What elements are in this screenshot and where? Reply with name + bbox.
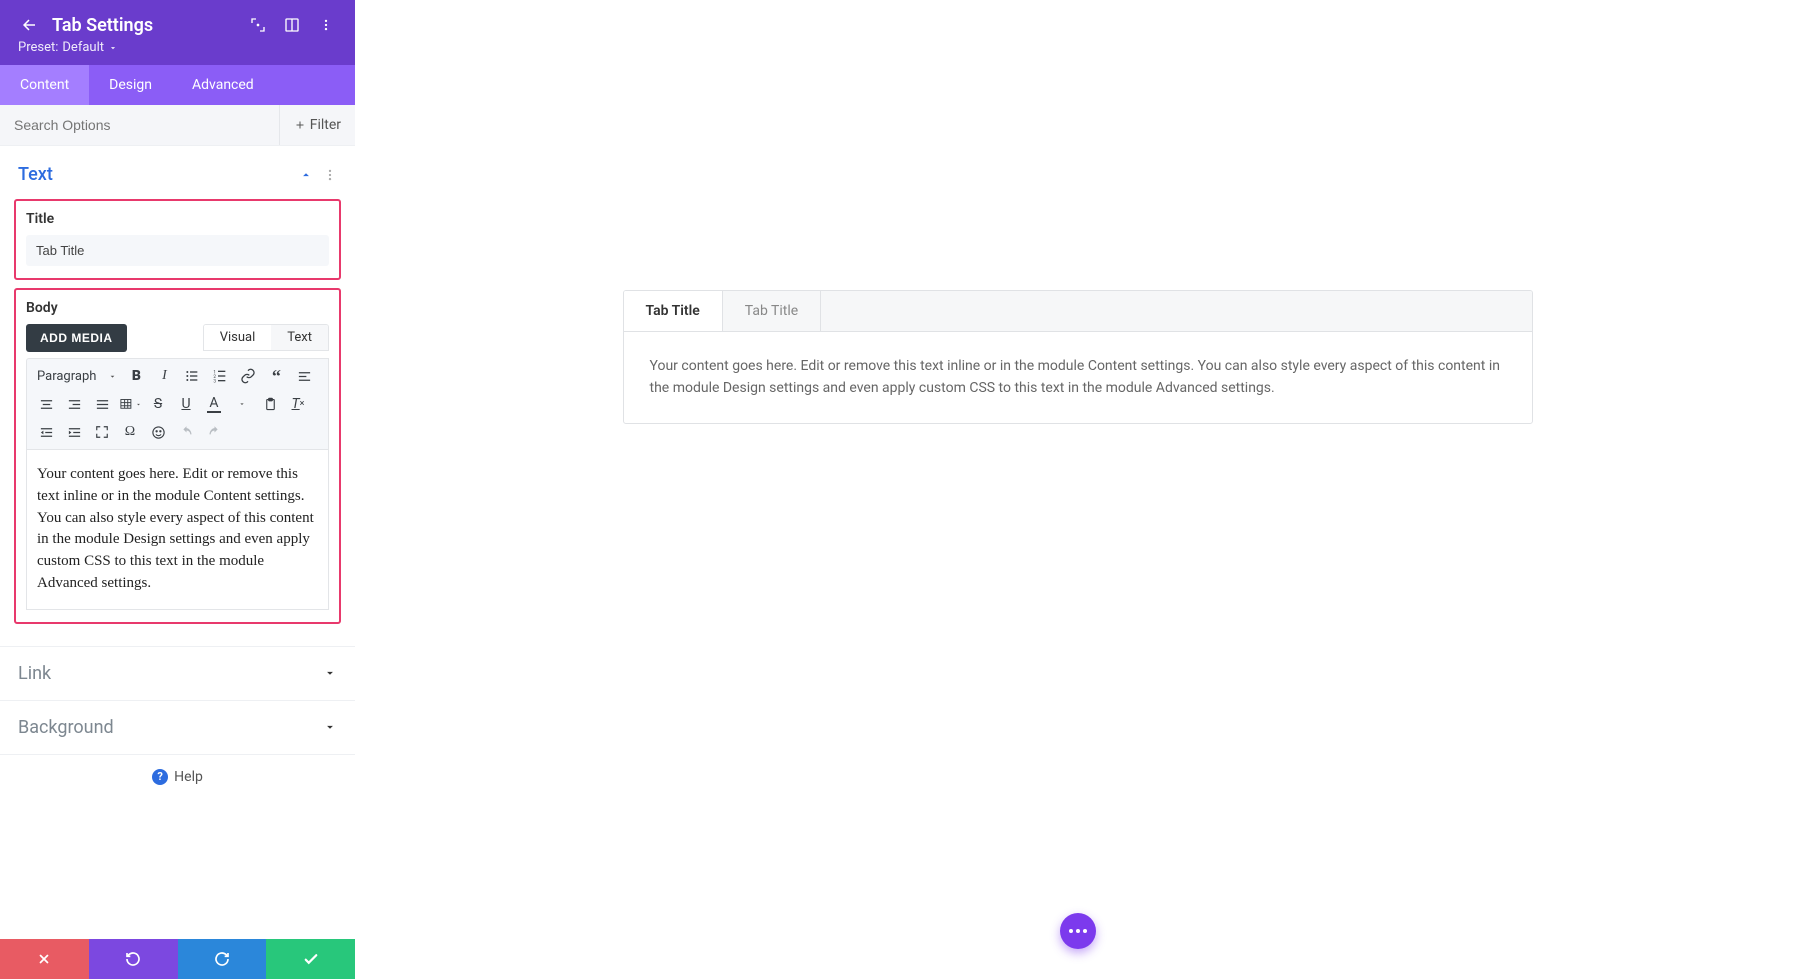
- filter-button[interactable]: Filter: [279, 105, 355, 145]
- bold-icon[interactable]: B: [123, 363, 149, 389]
- section-link-label: Link: [18, 663, 323, 684]
- filter-label: Filter: [310, 117, 341, 133]
- tabs-module-head: Tab Title Tab Title: [624, 291, 1532, 332]
- clear-format-icon[interactable]: T×: [285, 391, 311, 417]
- body-field-box: Body ADD MEDIA Visual Text Paragraph B I: [14, 288, 341, 624]
- panel-title: Tab Settings: [52, 15, 235, 36]
- undo-icon[interactable]: [173, 419, 199, 445]
- svg-text:3: 3: [214, 379, 217, 384]
- text-color-dropdown-icon[interactable]: [229, 391, 255, 417]
- tabs-module: Tab Title Tab Title Your content goes he…: [623, 290, 1533, 424]
- italic-icon[interactable]: I: [151, 363, 177, 389]
- chevron-down-icon: [323, 666, 337, 680]
- chevron-up-icon: [299, 168, 313, 182]
- search-row: Filter: [0, 105, 355, 146]
- align-justify-icon[interactable]: [89, 391, 115, 417]
- help-label: Help: [174, 769, 203, 785]
- more-icon[interactable]: [323, 168, 337, 182]
- settings-tabs: Content Design Advanced: [0, 65, 355, 105]
- tab-item-2[interactable]: Tab Title: [723, 291, 821, 331]
- editor-tab-text[interactable]: Text: [271, 325, 328, 350]
- align-left-icon[interactable]: [291, 363, 317, 389]
- caret-down-icon: [108, 372, 117, 381]
- plus-icon: [294, 119, 306, 131]
- back-icon[interactable]: [18, 14, 40, 36]
- text-color-icon[interactable]: A: [201, 391, 227, 417]
- tab-content[interactable]: Content: [0, 65, 89, 105]
- tab-design[interactable]: Design: [89, 65, 172, 105]
- settings-sidebar: Tab Settings Preset: Default Content Des…: [0, 0, 355, 979]
- section-background-label: Background: [18, 717, 323, 738]
- strikethrough-icon[interactable]: S: [145, 391, 171, 417]
- tab-item-1[interactable]: Tab Title: [624, 291, 723, 331]
- paste-icon[interactable]: [257, 391, 283, 417]
- special-char-icon[interactable]: Ω: [117, 419, 143, 445]
- title-label: Title: [26, 211, 329, 227]
- underline-icon[interactable]: U: [173, 391, 199, 417]
- indent-icon[interactable]: [61, 419, 87, 445]
- section-text-body: Title Body ADD MEDIA Visual Text Paragra…: [0, 195, 355, 646]
- undo-button[interactable]: [89, 939, 178, 979]
- body-editor[interactable]: Your content goes here. Edit or remove t…: [26, 450, 329, 610]
- editor-tab-visual[interactable]: Visual: [204, 325, 272, 350]
- chevron-down-icon: [108, 43, 118, 53]
- align-center-icon[interactable]: [33, 391, 59, 417]
- link-icon[interactable]: [235, 363, 261, 389]
- help-link[interactable]: ? Help: [0, 754, 355, 799]
- title-field-box: Title: [14, 199, 341, 280]
- redo-icon[interactable]: [201, 419, 227, 445]
- fullscreen-icon[interactable]: [89, 419, 115, 445]
- help-icon: ?: [152, 769, 168, 785]
- editor-mode-tabs: Visual Text: [203, 324, 329, 351]
- more-icon[interactable]: [315, 14, 337, 36]
- numbered-list-icon[interactable]: 123: [207, 363, 233, 389]
- layout-icon[interactable]: [281, 14, 303, 36]
- section-background[interactable]: Background: [0, 700, 355, 754]
- chevron-down-icon: [323, 720, 337, 734]
- editor-toolbar: Paragraph B I 123 “ S U A: [26, 358, 329, 450]
- section-link[interactable]: Link: [0, 646, 355, 700]
- title-input[interactable]: [26, 235, 329, 266]
- add-media-button[interactable]: ADD MEDIA: [26, 324, 127, 352]
- paragraph-select[interactable]: Paragraph: [33, 367, 121, 386]
- section-text-label: Text: [18, 164, 299, 185]
- preset-prefix: Preset:: [18, 40, 58, 55]
- preset-value: Default: [62, 40, 104, 55]
- bullet-list-icon[interactable]: [179, 363, 205, 389]
- search-input[interactable]: [0, 105, 279, 145]
- table-icon[interactable]: [117, 391, 143, 417]
- section-text-header[interactable]: Text: [0, 146, 355, 195]
- tabs-module-body: Your content goes here. Edit or remove t…: [624, 332, 1532, 423]
- preview-pane: Tab Title Tab Title Your content goes he…: [355, 0, 1800, 979]
- sidebar-footer: [0, 939, 355, 979]
- body-label: Body: [26, 300, 329, 316]
- expand-icon[interactable]: [247, 14, 269, 36]
- paragraph-select-label: Paragraph: [37, 369, 96, 384]
- preset-selector[interactable]: Preset: Default: [18, 40, 337, 55]
- align-right-icon[interactable]: [61, 391, 87, 417]
- fab-button[interactable]: [1060, 913, 1096, 949]
- outdent-icon[interactable]: [33, 419, 59, 445]
- cancel-button[interactable]: [0, 939, 89, 979]
- redo-button[interactable]: [178, 939, 267, 979]
- tab-advanced[interactable]: Advanced: [172, 65, 274, 105]
- emoji-icon[interactable]: [145, 419, 171, 445]
- save-button[interactable]: [266, 939, 355, 979]
- sidebar-header: Tab Settings Preset: Default: [0, 0, 355, 65]
- quote-icon[interactable]: “: [263, 363, 289, 389]
